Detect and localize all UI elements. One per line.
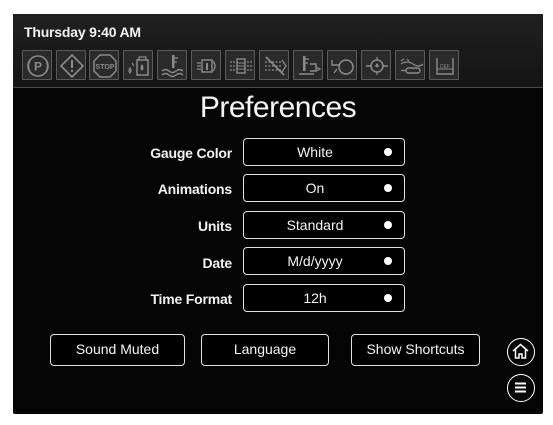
glow-plug-icon: [395, 50, 425, 80]
time-format-select[interactable]: 12h: [243, 284, 405, 312]
units-value: Standard: [286, 217, 344, 233]
time-format-label: Time Format: [150, 291, 232, 307]
home-button[interactable]: [507, 338, 535, 366]
animations-select[interactable]: On: [243, 174, 405, 202]
select-indicator-dot: [384, 294, 392, 302]
language-button[interactable]: Language: [201, 334, 329, 366]
menu-button[interactable]: [507, 374, 535, 402]
water-in-fuel-icon: [123, 50, 153, 80]
select-indicator-dot: [384, 221, 392, 229]
oil-pressure-icon: [361, 50, 391, 80]
units-select[interactable]: Standard: [243, 211, 405, 239]
coolant-temp-icon: [157, 50, 187, 80]
display-screen: Thursday 9:40 AM P STOP DEF Preferences …: [13, 14, 543, 414]
gauge-color-label: Gauge Color: [150, 145, 232, 161]
gauge-color-select[interactable]: White: [243, 138, 405, 166]
menu-icon: [515, 382, 526, 393]
select-indicator-dot: [384, 148, 392, 156]
animations-value: On: [305, 180, 325, 196]
select-indicator-dot: [384, 184, 392, 192]
show-shortcuts-button[interactable]: Show Shortcuts: [351, 334, 480, 366]
air-filter-icon: [225, 50, 255, 80]
datetime-label: Thursday 9:40 AM: [24, 24, 141, 40]
stop-icon: STOP: [89, 50, 119, 80]
time-format-value: 12h: [303, 290, 327, 306]
date-select[interactable]: M/d/yyyy: [243, 247, 405, 275]
status-header: Thursday 9:40 AM P STOP DEF: [13, 14, 543, 88]
date-label: Date: [202, 255, 232, 271]
parking-brake-icon: P: [22, 50, 52, 80]
date-value: M/d/yyyy: [287, 253, 343, 269]
select-indicator-dot: [384, 257, 392, 265]
gauge-color-value: White: [297, 144, 333, 160]
warning-icon: [56, 50, 86, 80]
def-level-icon: DEF: [429, 50, 459, 80]
transmission-temp-icon: [293, 50, 323, 80]
def-text: DEF: [440, 64, 450, 70]
units-label: Units: [197, 218, 232, 234]
regen-disabled-icon: [259, 50, 289, 80]
svg-text:P: P: [34, 60, 42, 74]
engine-preheat-icon: [191, 50, 221, 80]
page-title: Preferences: [199, 91, 357, 124]
oil-level-icon: [327, 50, 357, 80]
home-icon: [512, 343, 529, 359]
animations-label: Animations: [157, 181, 232, 197]
stop-text: STOP: [96, 64, 115, 71]
sound-muted-button[interactable]: Sound Muted: [50, 334, 185, 366]
